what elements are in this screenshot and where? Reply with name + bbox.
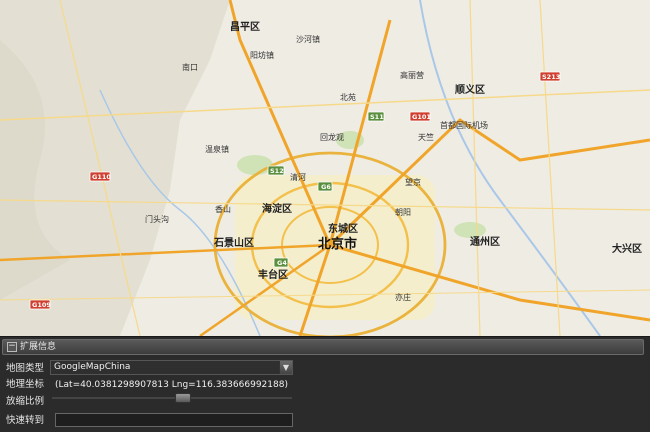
town-label: 朝阳: [395, 208, 411, 217]
town-label: 首都国际机场: [440, 120, 488, 130]
town-label: 天竺: [418, 132, 434, 142]
svg-text:G4: G4: [277, 259, 287, 267]
town-label: 回龙观: [320, 132, 344, 142]
zoom-slider-thumb[interactable]: [175, 393, 192, 403]
town-label: 望京: [405, 177, 421, 187]
district-label: 大兴区: [612, 242, 642, 255]
zoom-slider-track[interactable]: [52, 397, 292, 399]
road-shield: G110: [89, 171, 111, 182]
town-label: 高丽营: [400, 70, 424, 80]
district-label: 石景山区: [213, 236, 254, 249]
svg-text:S11: S11: [370, 113, 384, 121]
road-shield: G4: [273, 257, 289, 268]
goto-label: 快速转到: [6, 415, 45, 426]
svg-text:G109: G109: [32, 301, 51, 309]
coord-label: 地理坐标: [6, 379, 45, 390]
district-label: 通州区: [470, 236, 500, 248]
zoom-label: 放缩比例: [6, 396, 45, 407]
road-shield: G109: [29, 299, 51, 310]
panel-header[interactable]: − 扩展信息: [2, 339, 644, 355]
district-label: 东城区: [328, 222, 358, 235]
town-label: 亦庄: [395, 292, 411, 302]
district-label: 丰台区: [258, 268, 288, 281]
town-label: 清河: [290, 172, 306, 182]
panel-title: 扩展信息: [20, 342, 57, 352]
svg-text:S12: S12: [270, 167, 284, 175]
svg-text:G101: G101: [412, 113, 431, 121]
road-shield: S213: [539, 71, 561, 82]
map-type-value: GoogleMapChina: [54, 362, 131, 372]
town-label: 沙河镇: [296, 34, 320, 44]
town-label: 香山: [215, 204, 231, 214]
town-label: 温泉镇: [205, 144, 229, 154]
collapse-icon[interactable]: −: [7, 342, 17, 352]
chevron-down-icon[interactable]: ▼: [279, 361, 292, 374]
town-label: 门头沟: [145, 214, 169, 224]
town-label: 南口: [182, 62, 198, 72]
coord-value: (Lat=40.0381298907813 Lng=116.3836669921…: [55, 380, 288, 390]
road-shield: G6: [317, 181, 333, 192]
district-label: 昌平区: [230, 21, 260, 33]
road-shield: S11: [367, 111, 385, 122]
town-label: 阳坊镇: [250, 50, 274, 60]
road-shield: G101: [409, 111, 431, 122]
map-view[interactable]: G6 G4 S12 S11 G110 G101 G109 S213 北京市 海淀…: [0, 0, 650, 336]
district-label: 海淀区: [262, 202, 292, 215]
goto-input[interactable]: [55, 413, 293, 427]
svg-text:G6: G6: [321, 183, 331, 191]
map-canvas[interactable]: G6 G4 S12 S11 G110 G101 G109 S213 北京市 海淀…: [0, 0, 650, 336]
district-label: 顺义区: [455, 83, 485, 96]
map-type-select[interactable]: GoogleMapChina ▼: [50, 360, 293, 375]
road-shield: S12: [267, 165, 285, 176]
town-label: 北苑: [340, 92, 356, 102]
city-label: 北京市: [318, 236, 357, 252]
svg-text:G110: G110: [92, 173, 111, 181]
map-type-label: 地图类型: [6, 363, 45, 374]
svg-text:S213: S213: [542, 73, 560, 81]
